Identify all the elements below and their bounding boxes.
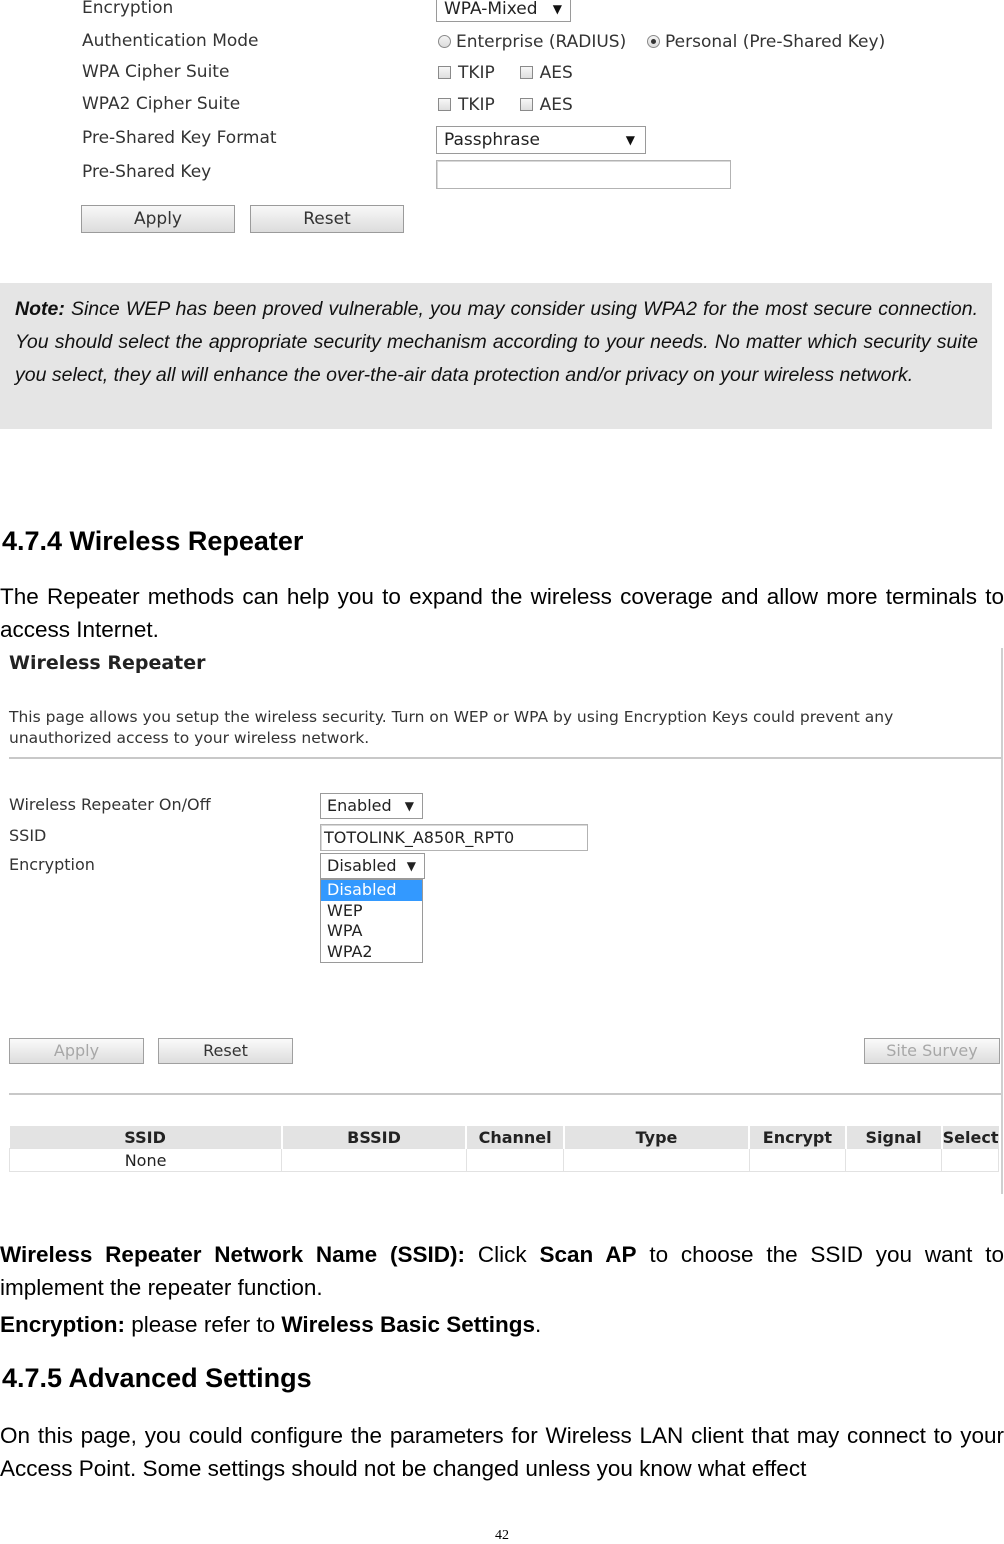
encryption-term: Encryption: xyxy=(0,1312,126,1337)
table-row: None xyxy=(8,1148,999,1172)
auth-mode-options: Enterprise (RADIUS) Personal (Pre-Shared… xyxy=(438,32,885,52)
wpa2-tkip-label: TKIP xyxy=(458,95,495,115)
wpa2-cipher-options: TKIP AES xyxy=(438,95,573,115)
table-cell xyxy=(563,1148,750,1172)
psk-format-select[interactable]: Passphrase ▼ xyxy=(436,126,646,154)
auth-personal-label: Personal (Pre-Shared Key) xyxy=(665,32,886,52)
repeater-ssid-input[interactable]: TOTOLINK_A850R_RPT0 xyxy=(320,824,588,851)
repeater-encryption-select[interactable]: Disabled ▼ xyxy=(320,853,425,879)
radio-enterprise[interactable] xyxy=(438,35,451,48)
table-cell xyxy=(281,1148,467,1172)
wpa-aes-label: AES xyxy=(539,63,573,83)
encryption-dropdown-list: Disabled WEP WPA WPA2 xyxy=(320,879,423,963)
col-header-signal: Signal xyxy=(845,1126,943,1149)
repeater-encryption-label: Encryption xyxy=(9,855,95,874)
enc-pre: please refer to xyxy=(125,1312,282,1337)
repeater-onoff-select[interactable]: Enabled ▼ xyxy=(320,793,423,819)
table-cell xyxy=(748,1148,847,1172)
wpa-cipher-options: TKIP AES xyxy=(438,63,573,83)
divider xyxy=(9,1093,1001,1095)
screenshot-border xyxy=(1001,648,1003,1194)
repeater-page-title: Wireless Repeater xyxy=(9,652,206,674)
col-header-encrypt: Encrypt xyxy=(749,1126,847,1149)
wpa2-cipher-label: WPA2 Cipher Suite xyxy=(82,94,241,114)
wpa-tkip-checkbox[interactable] xyxy=(438,66,451,79)
col-header-ssid: SSID xyxy=(9,1126,283,1149)
encryption-description: Encryption: please refer to Wireless Bas… xyxy=(0,1308,1004,1341)
wireless-basic-settings-term: Wireless Basic Settings xyxy=(281,1312,536,1337)
wpa-cipher-label: WPA Cipher Suite xyxy=(82,62,230,82)
col-header-select: Select xyxy=(941,1126,999,1149)
note-text: Since WEP has been proved vulnerable, yo… xyxy=(15,298,978,386)
dropdown-arrow-icon: ▼ xyxy=(404,799,414,813)
wpa-aes-checkbox[interactable] xyxy=(519,66,533,79)
dropdown-arrow-icon: ▼ xyxy=(406,859,416,873)
col-header-bssid: BSSID xyxy=(281,1126,468,1149)
divider xyxy=(9,757,1001,759)
psk-input[interactable] xyxy=(436,160,731,189)
table-cell xyxy=(941,1148,999,1172)
advanced-settings-paragraph: On this page, you could configure the pa… xyxy=(0,1423,1004,1481)
repeater-intro-paragraph: The Repeater methods can help you to exp… xyxy=(0,584,1004,642)
table-cell xyxy=(845,1148,943,1172)
wpa2-aes-label: AES xyxy=(539,95,573,115)
repeater-page-description: This page allows you setup the wireless … xyxy=(9,708,894,747)
wpa2-tkip-checkbox[interactable] xyxy=(438,98,451,111)
encryption-option-wep[interactable]: WEP xyxy=(321,901,422,922)
psk-format-select-value: Passphrase xyxy=(444,130,540,150)
col-header-type: Type xyxy=(563,1126,751,1149)
note-box: Note: Since WEP has been proved vulnerab… xyxy=(0,283,992,429)
note-lead: Note: xyxy=(15,298,65,320)
table-header-row: SSID BSSID Channel Type Encrypt Signal S… xyxy=(9,1126,999,1149)
wpa-tkip-label: TKIP xyxy=(458,63,495,83)
dropdown-arrow-icon: ▼ xyxy=(625,133,635,147)
encryption-select-value: WPA-Mixed xyxy=(444,0,538,19)
repeater-apply-button[interactable]: Apply xyxy=(9,1038,144,1064)
section-heading-wireless-repeater: 4.7.4 Wireless Repeater xyxy=(2,526,304,556)
table-cell xyxy=(465,1148,565,1172)
encryption-option-wpa2[interactable]: WPA2 xyxy=(321,942,422,963)
ssid-term: Wireless Repeater Network Name (SSID): xyxy=(0,1242,466,1267)
encryption-option-disabled[interactable]: Disabled xyxy=(321,880,422,901)
repeater-reset-button[interactable]: Reset xyxy=(158,1038,293,1064)
col-header-channel: Channel xyxy=(466,1126,565,1149)
psk-label: Pre-Shared Key xyxy=(82,162,212,182)
section-heading-advanced-settings: 4.7.5 Advanced Settings xyxy=(2,1363,312,1393)
dropdown-arrow-icon: ▼ xyxy=(552,2,562,16)
apply-button[interactable]: Apply xyxy=(81,205,235,233)
encryption-select[interactable]: WPA-Mixed ▼ xyxy=(436,0,571,22)
table-cell: None xyxy=(8,1148,283,1172)
repeater-onoff-label: Wireless Repeater On/Off xyxy=(9,795,211,814)
wpa2-aes-checkbox[interactable] xyxy=(519,98,533,111)
auth-mode-label: Authentication Mode xyxy=(82,31,259,51)
repeater-ssid-label: SSID xyxy=(9,826,47,845)
encryption-label: Encryption xyxy=(82,0,174,18)
reset-button[interactable]: Reset xyxy=(250,205,404,233)
encryption-option-wpa[interactable]: WPA xyxy=(321,921,422,942)
enc-post: . xyxy=(535,1312,542,1337)
repeater-onoff-value: Enabled xyxy=(327,796,392,815)
ssid-pre: Click xyxy=(465,1242,540,1267)
scan-ap-term: Scan AP xyxy=(539,1242,637,1267)
auth-enterprise-label: Enterprise (RADIUS) xyxy=(456,32,627,52)
psk-format-label: Pre-Shared Key Format xyxy=(82,128,277,148)
radio-personal[interactable] xyxy=(647,35,661,48)
repeater-encryption-value: Disabled xyxy=(327,856,397,875)
ssid-description: Wireless Repeater Network Name (SSID): C… xyxy=(0,1238,1004,1304)
wireless-repeater-screenshot: Wireless Repeater This page allows you s… xyxy=(0,648,1004,1194)
site-survey-button[interactable]: Site Survey xyxy=(864,1038,1000,1064)
site-survey-table: SSID BSSID Channel Type Encrypt Signal S… xyxy=(8,1126,999,1172)
